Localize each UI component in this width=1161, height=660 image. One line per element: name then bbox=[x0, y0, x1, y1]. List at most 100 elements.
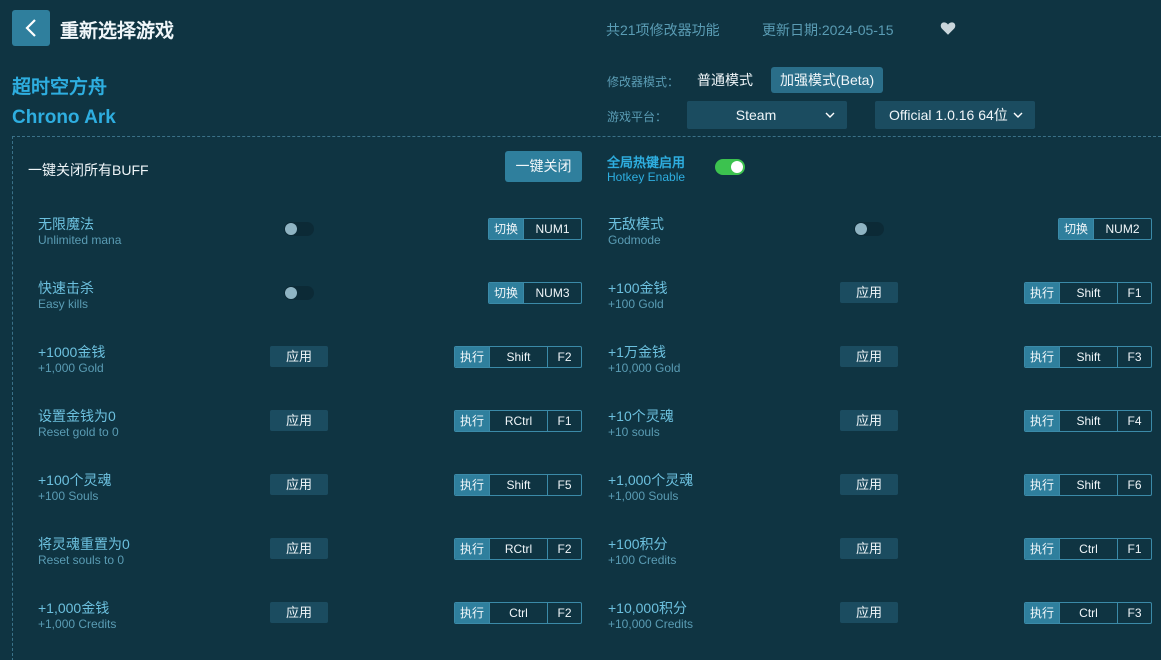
hotkey-action: 切换 bbox=[488, 283, 523, 303]
hotkey-combo[interactable]: 执行 Shift F6 bbox=[1023, 474, 1152, 496]
close-all-label: 一键关闭所有BUFF bbox=[28, 162, 149, 178]
apply-button[interactable]: 应用 bbox=[840, 282, 898, 303]
hotkey-key: F2 bbox=[547, 539, 581, 559]
hotkey-key: F3 bbox=[1117, 603, 1151, 623]
cheat-name-en: +100 Souls bbox=[38, 489, 99, 503]
hotkey-key: Shift bbox=[1059, 475, 1117, 495]
hotkey-key: Ctrl bbox=[1059, 603, 1117, 623]
hotkey-key: F2 bbox=[547, 603, 581, 623]
cheat-name: +10个灵魂 bbox=[608, 408, 674, 424]
cheat-toggle[interactable] bbox=[854, 222, 884, 236]
hotkey-combo[interactable]: 执行 Shift F5 bbox=[453, 474, 582, 496]
close-all-button[interactable]: 一键关闭 bbox=[505, 151, 582, 182]
hotkey-combo[interactable]: 切换 NUM1 bbox=[487, 218, 582, 240]
cheat-name: 设置金钱为0 bbox=[38, 408, 116, 424]
apply-button[interactable]: 应用 bbox=[840, 474, 898, 495]
hotkey-combo[interactable]: 执行 Ctrl F3 bbox=[1023, 602, 1152, 624]
cheat-name-en: +10,000 Credits bbox=[608, 617, 694, 631]
hotkey-key: Ctrl bbox=[489, 603, 547, 623]
cheat-name-en: Easy kills bbox=[38, 297, 89, 311]
hotkey-action: 执行 bbox=[1024, 539, 1059, 559]
hotkey-key: F6 bbox=[1117, 475, 1151, 495]
hotkey-action: 执行 bbox=[454, 347, 489, 367]
mode-enhanced-button[interactable]: 加强模式(Beta) bbox=[771, 67, 884, 93]
mode-label: 修改器模式： bbox=[607, 75, 680, 89]
cheat-name-en: +10,000 Gold bbox=[608, 361, 681, 375]
game-title-en: Chrono Ark bbox=[12, 107, 116, 128]
hotkey-action: 执行 bbox=[1024, 283, 1059, 303]
toggle-knob bbox=[731, 161, 743, 173]
cheat-name: +100金钱 bbox=[608, 280, 668, 296]
cheat-toggle[interactable] bbox=[284, 222, 314, 236]
heart-icon[interactable] bbox=[939, 19, 957, 37]
cheat-name: +1000金钱 bbox=[38, 344, 106, 360]
cheat-name: +1,000金钱 bbox=[38, 600, 110, 616]
cheat-name: 快速击杀 bbox=[38, 280, 94, 296]
hotkey-combo[interactable]: 切换 NUM2 bbox=[1057, 218, 1152, 240]
apply-button[interactable]: 应用 bbox=[840, 538, 898, 559]
toggle-knob bbox=[285, 223, 297, 235]
cheat-toggle[interactable] bbox=[284, 286, 314, 300]
hotkey-combo[interactable]: 执行 Shift F3 bbox=[1023, 346, 1152, 368]
hotkey-action: 执行 bbox=[454, 411, 489, 431]
platform-select[interactable]: Steam bbox=[687, 101, 847, 129]
cheat-name: 无敌模式 bbox=[608, 216, 664, 232]
hotkey-combo[interactable]: 切换 NUM3 bbox=[487, 282, 582, 304]
back-button[interactable] bbox=[12, 10, 50, 46]
cheat-name-en: Reset gold to 0 bbox=[38, 425, 119, 439]
hotkey-combo[interactable]: 执行 Ctrl F1 bbox=[1023, 538, 1152, 560]
hotkey-action: 切换 bbox=[1058, 219, 1093, 239]
game-title-cn: 超时空方舟 bbox=[12, 77, 108, 98]
hotkey-combo[interactable]: 执行 Shift F2 bbox=[453, 346, 582, 368]
page-title: 重新选择游戏 bbox=[60, 21, 175, 42]
cheat-name-en: +1,000 Credits bbox=[38, 617, 117, 631]
hotkey-action: 切换 bbox=[488, 219, 523, 239]
hotkey-combo[interactable]: 执行 Shift F1 bbox=[1023, 282, 1152, 304]
cheat-name: +100个灵魂 bbox=[38, 472, 112, 488]
hotkey-combo[interactable]: 执行 RCtrl F1 bbox=[453, 410, 582, 432]
hotkey-key: Shift bbox=[489, 347, 547, 367]
hotkey-enable-label: 全局热键启用 bbox=[607, 155, 686, 170]
hotkey-key: Shift bbox=[1059, 283, 1117, 303]
hotkey-combo[interactable]: 执行 Ctrl F2 bbox=[453, 602, 582, 624]
hotkey-key: RCtrl bbox=[489, 539, 547, 559]
apply-button[interactable]: 应用 bbox=[840, 410, 898, 431]
apply-button[interactable]: 应用 bbox=[270, 410, 328, 431]
hotkey-key: F2 bbox=[547, 347, 581, 367]
cheat-name-en: +1,000 Gold bbox=[38, 361, 104, 375]
cheat-name: +100积分 bbox=[608, 536, 668, 552]
platform-select-value: Steam bbox=[735, 107, 777, 123]
apply-button[interactable]: 应用 bbox=[270, 346, 328, 367]
version-select[interactable]: Official 1.0.16 64位 bbox=[875, 101, 1035, 129]
mode-normal-button[interactable]: 普通模式 bbox=[688, 67, 762, 93]
hotkey-action: 执行 bbox=[1024, 411, 1059, 431]
hotkey-action: 执行 bbox=[1024, 475, 1059, 495]
hotkey-key: Ctrl bbox=[1059, 539, 1117, 559]
apply-button[interactable]: 应用 bbox=[840, 346, 898, 367]
hotkey-key: NUM3 bbox=[523, 283, 581, 303]
apply-button[interactable]: 应用 bbox=[270, 474, 328, 495]
apply-button[interactable]: 应用 bbox=[270, 538, 328, 559]
feature-count: 共21项修改器功能 bbox=[606, 22, 720, 38]
hotkey-action: 执行 bbox=[1024, 603, 1059, 623]
hotkey-action: 执行 bbox=[1024, 347, 1059, 367]
hotkey-combo[interactable]: 执行 Shift F4 bbox=[1023, 410, 1152, 432]
toggle-knob bbox=[285, 287, 297, 299]
hotkey-key: F1 bbox=[1117, 539, 1151, 559]
chevron-left-icon bbox=[25, 19, 36, 37]
toggle-knob bbox=[855, 223, 867, 235]
apply-button[interactable]: 应用 bbox=[840, 602, 898, 623]
hotkey-combo[interactable]: 执行 RCtrl F2 bbox=[453, 538, 582, 560]
hotkey-key: NUM1 bbox=[523, 219, 581, 239]
cheat-name-en: +100 Gold bbox=[608, 297, 664, 311]
hotkey-action: 执行 bbox=[454, 539, 489, 559]
hotkey-action: 执行 bbox=[454, 475, 489, 495]
chevron-down-icon bbox=[1013, 112, 1023, 118]
hotkey-key: F1 bbox=[1117, 283, 1151, 303]
hotkey-enable-label-en: Hotkey Enable bbox=[607, 170, 686, 184]
cheat-name-en: Unlimited mana bbox=[38, 233, 122, 247]
apply-button[interactable]: 应用 bbox=[270, 602, 328, 623]
hotkey-enable-toggle[interactable] bbox=[715, 159, 745, 175]
cheat-name: +10,000积分 bbox=[608, 600, 687, 616]
platform-label: 游戏平台： bbox=[607, 110, 668, 124]
